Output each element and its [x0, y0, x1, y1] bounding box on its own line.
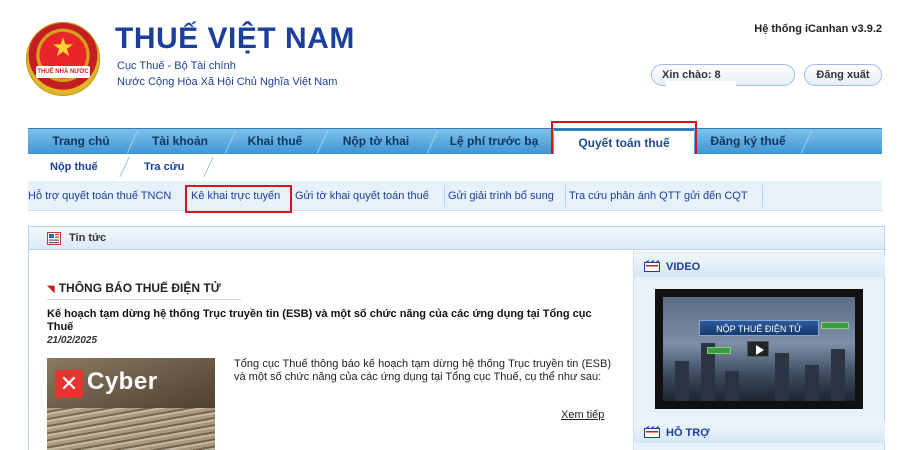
menu-divider: [291, 185, 292, 207]
cyber-x-icon: ✕: [55, 370, 83, 398]
category-marker-icon: ◥: [47, 284, 55, 295]
star-icon: ★: [51, 32, 75, 62]
panel-title: Tin tức: [69, 232, 107, 244]
nav-separator: [800, 131, 813, 153]
logo-text: THUẾ NHÀ NƯỚC: [36, 66, 90, 78]
menu-divider: [565, 185, 566, 207]
banknotes-image: [47, 408, 215, 450]
site-subtitle-agency: Cục Thuế - Bộ Tài chính: [117, 60, 236, 72]
nav-tab-account[interactable]: Tài khoản: [136, 129, 224, 155]
logout-button[interactable]: Đăng xuất: [804, 64, 882, 86]
news-category-label: THÔNG BÁO THUẾ ĐIỆN TỬ: [58, 281, 221, 295]
sidebar: VIDEO NỘP THUẾ ĐIỆN TỬ HỖ TRỢ: [633, 251, 885, 450]
news-headline[interactable]: Kế hoạch tạm dừng hệ thống Trục truyền t…: [47, 308, 607, 334]
video-icon: [644, 260, 660, 272]
menu-item-online-declaration[interactable]: Kê khai trực tuyến: [191, 181, 280, 211]
news-thumbnail[interactable]: ✕ Cyber: [47, 358, 215, 450]
nav-tab-registration-fee[interactable]: Lệ phí trước bạ: [436, 129, 552, 155]
skyline-building: [805, 365, 819, 401]
menu-item-pit-support[interactable]: Hỗ trợ quyết toán thuế TNCN: [28, 181, 171, 211]
main-navigation: Trang chủ Tài khoản Khai thuế Nộp tờ kha…: [28, 128, 882, 155]
video-banner: NỘP THUẾ ĐIỆN TỬ: [699, 320, 819, 336]
news-date: 21/02/2025: [47, 335, 98, 346]
subnav-tab-lookup[interactable]: Tra cứu: [144, 154, 184, 180]
news-article: ◥ THÔNG BÁO THUẾ ĐIỆN TỬ Kế hoạch tạm dừn…: [29, 251, 633, 450]
nav-tab-tax-finalization[interactable]: Quyết toán thuế: [554, 129, 694, 155]
category-underline: [47, 299, 241, 300]
menu-item-send-explanation[interactable]: Gửi giải trình bổ sung: [448, 181, 554, 211]
support-section-header: HỖ TRỢ: [634, 421, 885, 443]
nav-tab-tax-registration[interactable]: Đăng ký thuế: [696, 129, 800, 155]
national-emblem-logo: ★ THUẾ NHÀ NƯỚC: [26, 22, 100, 96]
panel-header: Tin tức: [29, 227, 884, 250]
news-category: ◥ THÔNG BÁO THUẾ ĐIỆN TỬ: [47, 281, 221, 295]
play-icon[interactable]: [747, 341, 769, 357]
nav-tab-tax-filing[interactable]: Khai thuế: [232, 129, 318, 155]
news-summary: Tổng cục Thuế thông báo kế hoạch tạm dừn…: [234, 358, 611, 383]
redacted-username: [666, 81, 736, 95]
read-more-link[interactable]: Xem tiếp: [561, 409, 604, 421]
site-header: ★ THUẾ NHÀ NƯỚC THUẾ VIỆT NAM Cục Thuế -…: [0, 0, 900, 125]
video-section-title: VIDEO: [666, 261, 701, 273]
video-section-header: VIDEO: [634, 255, 885, 277]
nav-tab-home[interactable]: Trang chủ: [36, 129, 126, 155]
menu-divider: [444, 185, 445, 207]
site-subtitle-country: Nước Cộng Hòa Xã Hội Chủ Nghĩa Việt Nam: [117, 76, 338, 88]
greeting-label: Xin chào: 8: [662, 69, 721, 81]
skyline-building: [831, 349, 845, 401]
support-section-title: HỖ TRỢ: [666, 427, 710, 439]
skyline-building: [675, 361, 689, 401]
support-icon: [644, 426, 660, 438]
menu-item-feedback-lookup[interactable]: Tra cứu phản ánh QTT gửi đến CQT: [569, 181, 748, 211]
green-tag: [821, 322, 849, 329]
skyline-building: [725, 371, 739, 401]
finalization-menu: Hỗ trợ quyết toán thuế TNCN Kê khai trực…: [28, 181, 882, 211]
subnav-tab-pay-tax[interactable]: Nộp thuế: [50, 154, 98, 180]
nav-tab-submit-return[interactable]: Nộp tờ khai: [326, 129, 426, 155]
thumbnail-brand: Cyber: [87, 368, 158, 395]
news-icon: [47, 232, 61, 245]
sub-navigation: Nộp thuế Tra cứu: [28, 154, 882, 180]
nav-separator: [119, 157, 130, 177]
site-title: THUẾ VIỆT NAM: [115, 22, 355, 55]
video-player[interactable]: NỘP THUẾ ĐIỆN TỬ: [655, 289, 863, 409]
menu-item-send-finalization[interactable]: Gửi tờ khai quyết toán thuế: [295, 181, 429, 211]
system-version: Hệ thống iCanhan v3.9.2: [754, 23, 882, 35]
menu-divider: [762, 185, 763, 207]
user-greeting: Xin chào: 8: [651, 64, 795, 95]
news-panel: Tin tức ◥ THÔNG BÁO THUẾ ĐIỆN TỬ Kế hoạch…: [28, 226, 885, 450]
skyline-building: [775, 353, 789, 401]
nav-separator: [203, 157, 214, 177]
green-tag: [707, 347, 731, 354]
